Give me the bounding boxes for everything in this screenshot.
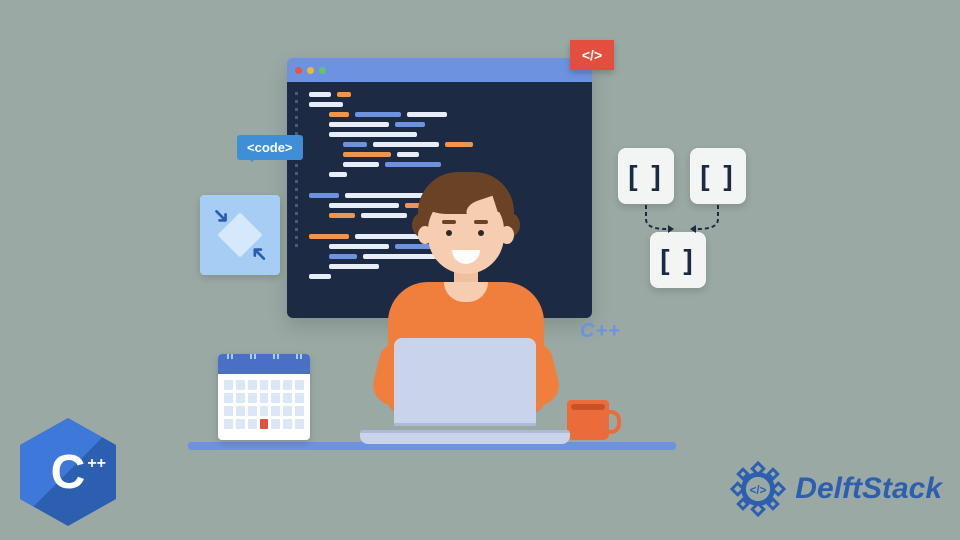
- calendar-day-cell: [283, 393, 292, 403]
- code-tag-speech-bubble: <code>: [237, 135, 303, 160]
- calendar-day-cell: [295, 393, 304, 403]
- calendar-day-cell: [260, 419, 269, 429]
- calendar-day-cell: [236, 419, 245, 429]
- array-bracket-tile: [ ]: [650, 232, 706, 288]
- traffic-light-minimize-icon: [307, 67, 314, 74]
- delftstack-logo-icon: </>: [729, 460, 787, 518]
- calendar-day-cell: [271, 419, 280, 429]
- calendar-day-cell: [236, 406, 245, 416]
- calendar-day-cell: [295, 419, 304, 429]
- calendar-day-cell: [295, 380, 304, 390]
- calendar-day-cell: [236, 393, 245, 403]
- calendar-day-cell: [236, 380, 245, 390]
- calendar-day-cell: [295, 406, 304, 416]
- cpp-logo-plusses: ++: [87, 456, 106, 472]
- cpp-logo-letter: C: [20, 418, 116, 526]
- calendar-day-cell: [271, 380, 280, 390]
- calendar-day-cell: [248, 406, 257, 416]
- calendar-day-cell: [248, 419, 257, 429]
- calendar-day-cell: [224, 393, 233, 403]
- calendar-day-cell: [248, 393, 257, 403]
- calendar-day-cell: [283, 419, 292, 429]
- array-bracket-tile: [ ]: [690, 148, 746, 204]
- code-editor-body: [287, 82, 592, 318]
- cpp-language-logo: C ++: [20, 418, 116, 526]
- calendar-day-cell: [271, 406, 280, 416]
- calendar-day-cell: [224, 419, 233, 429]
- traffic-light-zoom-icon: [319, 67, 326, 74]
- calendar-day-cell: [260, 393, 269, 403]
- cpp-label: C++: [580, 320, 621, 343]
- code-editor-window: [287, 58, 592, 318]
- laptop-icon: [360, 338, 570, 444]
- merge-arrows-tile: ➜ ➜: [200, 195, 280, 275]
- delftstack-brand-name: DelftStack: [795, 472, 942, 506]
- calendar-day-cell: [271, 393, 280, 403]
- window-titlebar: [287, 58, 592, 82]
- calendar-icon: [218, 354, 310, 440]
- array-bracket-tile: [ ]: [618, 148, 674, 204]
- delftstack-brand: </> DelftStack: [729, 460, 942, 518]
- calendar-day-cell: [224, 406, 233, 416]
- calendar-day-cell: [260, 380, 269, 390]
- calendar-day-cell: [224, 380, 233, 390]
- code-tag-badge-red: </>: [570, 40, 614, 70]
- calendar-day-cell: [283, 380, 292, 390]
- svg-text:</>: </>: [750, 484, 767, 497]
- calendar-day-cell: [248, 380, 257, 390]
- traffic-light-close-icon: [295, 67, 302, 74]
- calendar-day-cell: [283, 406, 292, 416]
- calendar-day-cell: [260, 406, 269, 416]
- coffee-mug-icon: [567, 400, 609, 440]
